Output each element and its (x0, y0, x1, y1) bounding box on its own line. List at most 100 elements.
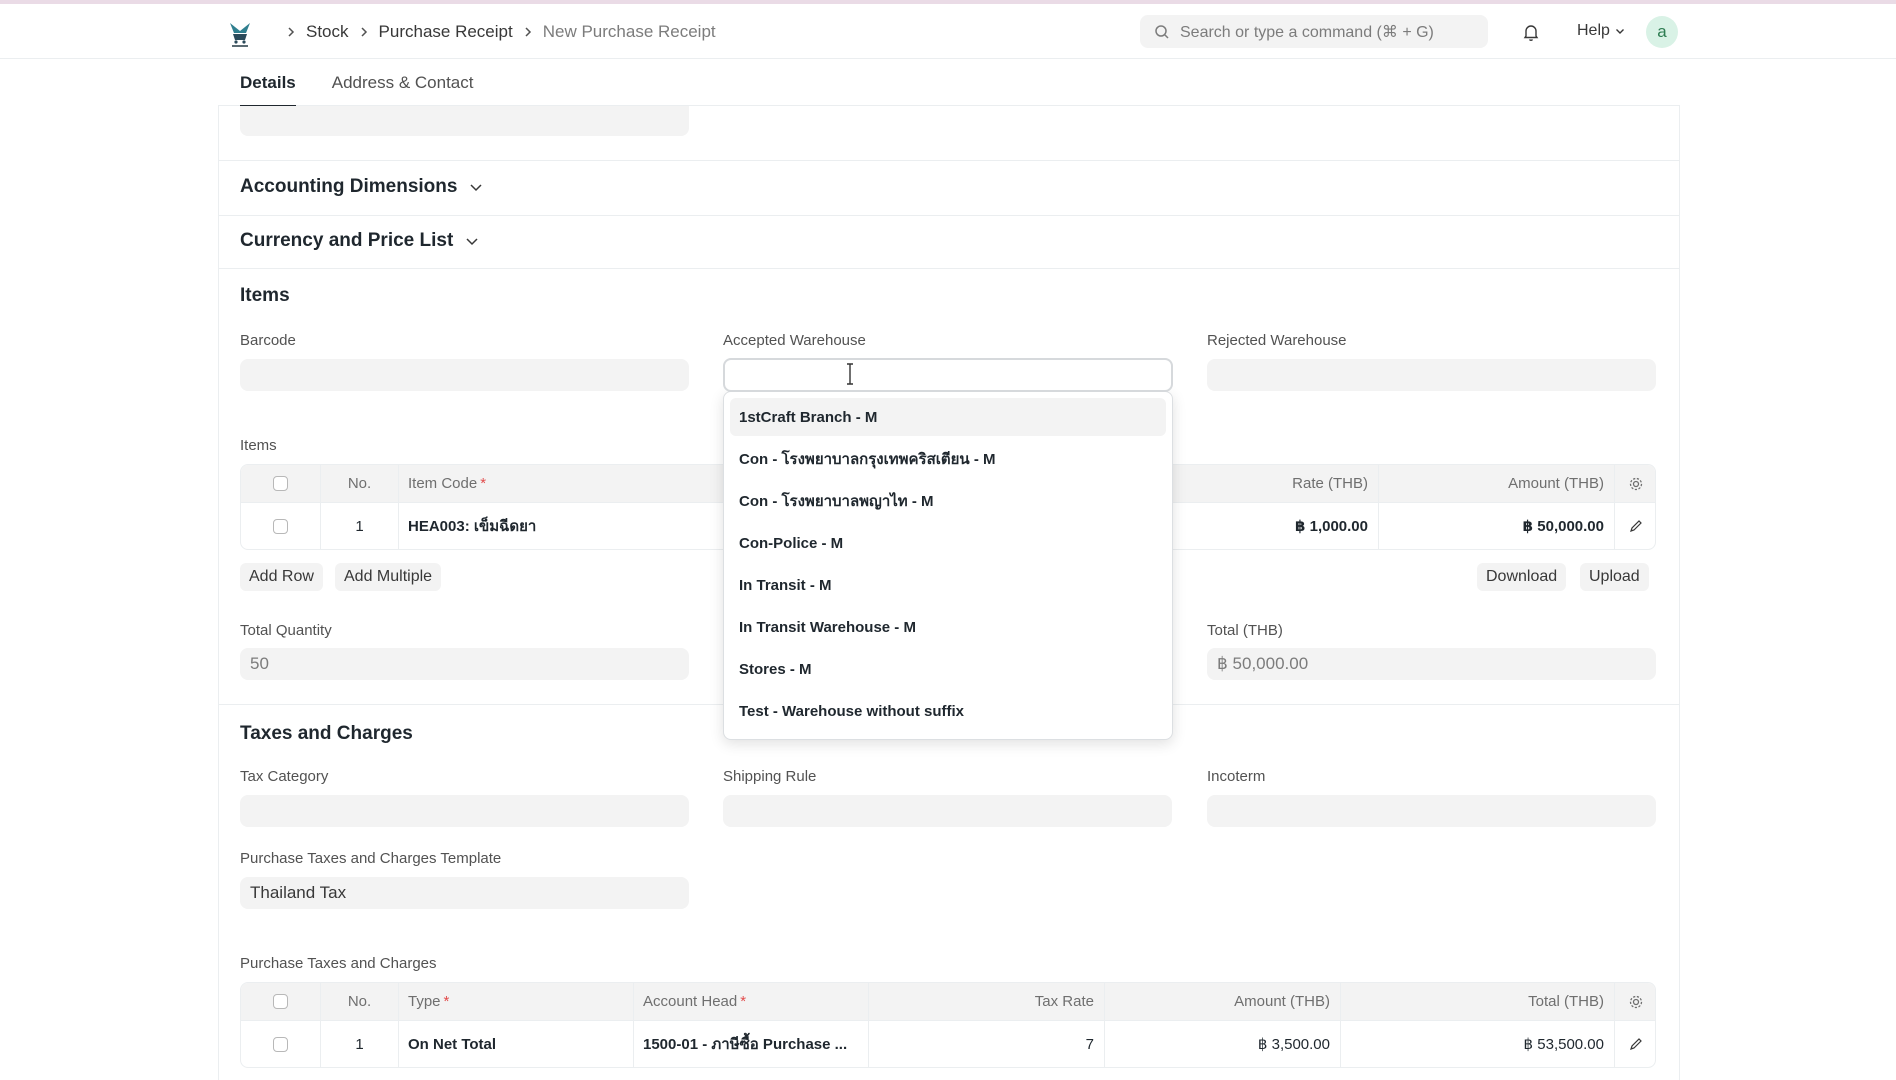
warehouse-dropdown: 1stCraft Branch - M Con - โรงพยาบาลกรุงเ… (723, 391, 1173, 740)
breadcrumb-purchase-receipt[interactable]: Purchase Receipt (379, 22, 513, 42)
breadcrumb-stock[interactable]: Stock (306, 22, 349, 42)
row-tax-rate[interactable]: 7 (869, 1021, 1105, 1067)
dropdown-option[interactable]: Stores - M (730, 650, 1166, 688)
breadcrumb-current: New Purchase Receipt (542, 21, 716, 41)
text-cursor-icon (845, 363, 855, 390)
row-amount: ฿ 3,500.00 (1105, 1021, 1341, 1067)
required-marker: * (480, 475, 487, 492)
upload-button[interactable]: Upload (1580, 563, 1649, 591)
dropdown-option[interactable]: In Transit Warehouse - M (730, 608, 1166, 646)
tab-address-contact[interactable]: Address & Contact (310, 59, 496, 106)
col-amount: Amount (THB) (1379, 465, 1615, 502)
row-checkbox[interactable] (273, 518, 288, 534)
divider (218, 215, 1680, 216)
section-taxes-charges-title: Taxes and Charges (240, 723, 413, 745)
settings-gear-icon[interactable] (1615, 465, 1655, 502)
col-no: No. (321, 983, 399, 1020)
tax-template-input[interactable]: Thailand Tax (240, 877, 689, 909)
select-all-checkbox[interactable] (273, 994, 288, 1009)
items-table-label: Items (240, 437, 277, 454)
search-icon (1155, 24, 1169, 39)
chevron-right-icon (523, 26, 533, 38)
add-multiple-button[interactable]: Add Multiple (335, 563, 442, 591)
chevron-right-icon (359, 26, 369, 38)
row-amount: ฿ 50,000.00 (1379, 503, 1615, 549)
chevron-down-icon (470, 184, 482, 192)
avatar[interactable]: a (1646, 16, 1678, 48)
required-marker: * (443, 993, 450, 1010)
dropdown-option[interactable]: 1stCraft Branch - M (730, 398, 1166, 436)
col-item-code: Item Code * (408, 465, 668, 502)
barcode-input[interactable] (240, 359, 689, 391)
section-title-text: Accounting Dimensions (240, 176, 458, 197)
dropdown-option[interactable]: Con-Police - M (730, 524, 1166, 562)
shipping-rule-label: Shipping Rule (723, 768, 817, 785)
select-all-checkbox[interactable] (273, 476, 288, 491)
dropdown-option[interactable]: Con - โรงพยาบาลกรุงเทพคริสเตียน - M (730, 440, 1166, 478)
app-logo[interactable] (224, 17, 256, 49)
col-total: Total (THB) (1341, 983, 1615, 1020)
search-placeholder: Search or type a command (⌘ + G) (1180, 23, 1434, 41)
rejected-warehouse-label: Rejected Warehouse (1207, 332, 1347, 349)
col-no: No. (321, 465, 399, 502)
partial-field[interactable] (240, 106, 689, 136)
col-type: Type * (399, 983, 634, 1020)
rejected-warehouse-input[interactable] (1207, 359, 1656, 391)
add-row-button[interactable]: Add Row (240, 563, 323, 591)
col-account-head: Account Head * (634, 983, 869, 1020)
dropdown-option[interactable]: Test - Warehouse without suffix (730, 692, 1166, 730)
chevron-down-icon (466, 238, 478, 246)
chevron-right-icon (286, 26, 296, 38)
col-type-text: Type (408, 993, 441, 1010)
total-label: Total (THB) (1207, 622, 1283, 639)
col-account-head-text: Account Head (643, 993, 738, 1010)
required-marker: * (740, 993, 747, 1010)
help-menu[interactable]: Help (1577, 22, 1625, 40)
taxes-table: No. Type * Account Head * Tax Rate Amount … (240, 982, 1656, 1068)
incoterm-input[interactable] (1207, 795, 1656, 827)
navbar: Stock Purchase Receipt New Purchase Rece… (0, 4, 1896, 59)
section-currency-price-list[interactable]: Currency and Price List (240, 230, 479, 252)
row-item-code[interactable]: HEA003: เข็มฉีดยา (408, 503, 708, 549)
download-button[interactable]: Download (1477, 563, 1567, 591)
settings-gear-icon[interactable] (1615, 983, 1655, 1020)
section-title-text: Taxes and Charges (240, 723, 413, 744)
section-title-text: Currency and Price List (240, 230, 454, 251)
notification-bell-icon[interactable] (1521, 22, 1541, 47)
tab-details[interactable]: Details (218, 59, 310, 107)
taxes-table-header: No. Type * Account Head * Tax Rate Amount … (241, 983, 1655, 1020)
divider (218, 268, 1680, 269)
col-item-code-text: Item Code (408, 475, 478, 492)
dropdown-option[interactable]: In Transit - M (730, 566, 1166, 604)
col-rate: Rate (THB) (1169, 465, 1379, 502)
tax-category-label: Tax Category (240, 768, 329, 785)
divider (218, 160, 1680, 161)
row-rate[interactable]: ฿ 1,000.00 (1169, 503, 1379, 549)
row-account-head[interactable]: 1500-01 - ภาษีซื้อ Purchase ... (634, 1021, 869, 1067)
section-items-title: Items (240, 285, 290, 307)
breadcrumb: Stock Purchase Receipt New Purchase Rece… (276, 4, 716, 59)
tax-template-label: Purchase Taxes and Charges Template (240, 850, 502, 867)
total-quantity-field: 50 (240, 648, 689, 680)
dropdown-option[interactable]: Con - โรงพยาบาลพญาไท - M (730, 482, 1166, 520)
shipping-rule-input[interactable] (723, 795, 1172, 827)
row-no: 1 (321, 503, 399, 549)
accepted-warehouse-label: Accepted Warehouse (723, 332, 866, 349)
table-row[interactable]: 1 On Net Total 1500-01 - ภาษีซื้อ Purcha… (241, 1020, 1655, 1067)
help-label: Help (1577, 22, 1610, 39)
edit-pencil-icon[interactable] (1615, 1021, 1655, 1067)
edit-pencil-icon[interactable] (1615, 503, 1655, 549)
form-tabs: Details Address & Contact (218, 59, 1680, 107)
section-accounting-dimensions[interactable]: Accounting Dimensions (240, 176, 483, 198)
tax-category-input[interactable] (240, 795, 689, 827)
search-input[interactable]: Search or type a command (⌘ + G) (1140, 15, 1488, 48)
col-tax-rate: Tax Rate (869, 983, 1105, 1020)
barcode-label: Barcode (240, 332, 296, 349)
total-field: ฿ 50,000.00 (1207, 648, 1656, 680)
accepted-warehouse-input[interactable] (723, 358, 1173, 392)
section-title-text: Items (240, 285, 290, 306)
row-type[interactable]: On Net Total (399, 1021, 634, 1067)
row-total: ฿ 53,500.00 (1341, 1021, 1615, 1067)
row-no: 1 (321, 1021, 399, 1067)
row-checkbox[interactable] (273, 1036, 288, 1052)
